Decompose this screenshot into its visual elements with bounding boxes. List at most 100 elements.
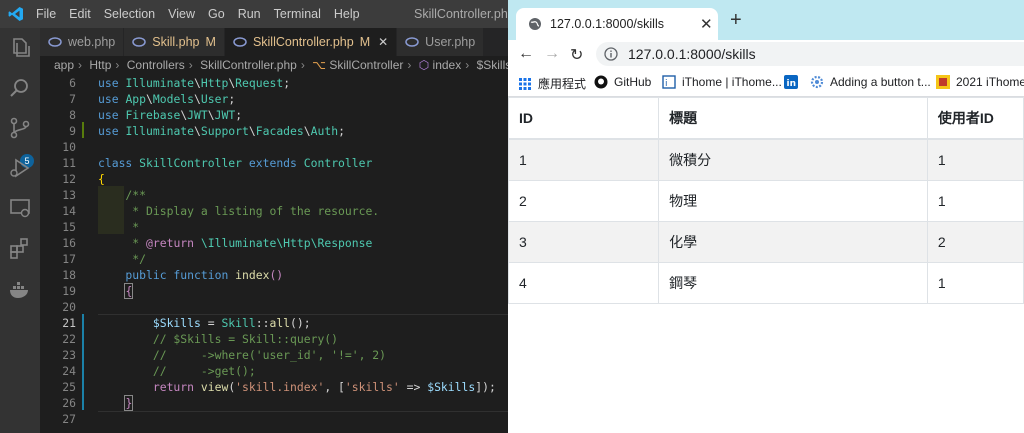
tab-skillcontroller-php[interactable]: SkillController.php M ✕ <box>224 28 398 56</box>
breadcrumb-item[interactable]: index <box>433 56 462 75</box>
cell-title: 化學 <box>658 221 928 263</box>
code-editor[interactable]: 6 use Illuminate\Http\Request; 7 use App\M… <box>40 75 508 433</box>
reload-icon[interactable]: ↻ <box>570 45 583 65</box>
run-debug-icon[interactable] <box>8 156 32 180</box>
line-number: 27 <box>62 412 76 426</box>
bookmark-label: 應用程式 <box>538 77 587 91</box>
bookmark-label: Adding a button t... <box>830 75 931 89</box>
menu-help[interactable]: Help <box>334 7 360 21</box>
menu-go[interactable]: Go <box>208 7 225 21</box>
line-number: 8 <box>69 108 76 122</box>
address-bar[interactable]: 127.0.0.1:8000/skills <box>596 42 1024 66</box>
code-line: 18 public function index() <box>40 267 508 283</box>
breadcrumb-item[interactable]: Controllers <box>127 56 185 75</box>
bookmark-2021-ithome[interactable]: 2021 iThome <box>936 75 1024 89</box>
line-number: 14 <box>62 204 76 218</box>
bookmark-apps[interactable]: 應用程式 <box>518 75 586 92</box>
line-number: 6 <box>69 76 76 90</box>
browser-tab[interactable]: 127.0.0.1:8000/skills ✕ <box>516 8 718 40</box>
breadcrumb: app › Http › Controllers › SkillController.… <box>40 56 508 75</box>
menu-edit[interactable]: Edit <box>69 7 91 21</box>
line-number: 10 <box>62 140 76 154</box>
code-line: 9 use Illuminate\Support\Facades\Auth; <box>40 123 508 139</box>
back-icon[interactable]: ← <box>518 45 534 63</box>
gear-icon <box>810 75 824 89</box>
source-control-icon[interactable] <box>8 116 32 140</box>
code-line: 17 */ <box>40 251 508 267</box>
column-header-user-id: 使用者ID <box>926 97 1024 140</box>
info-icon[interactable] <box>604 47 618 61</box>
line-number: 20 <box>62 300 76 314</box>
chevron-right-icon: › <box>300 58 305 72</box>
tab-skill-php[interactable]: Skill.php M <box>124 28 225 56</box>
search-icon[interactable] <box>8 76 32 100</box>
php-file-icon <box>132 37 147 47</box>
tab-user-php[interactable]: User.php <box>397 28 485 56</box>
breadcrumb-item[interactable]: Http <box>89 56 111 75</box>
line-number: 18 <box>62 268 76 282</box>
cell-user-id: 2 <box>926 221 1024 263</box>
cell-id: 4 <box>508 262 660 304</box>
tab-label: Skill.php <box>152 35 200 49</box>
line-number: 23 <box>62 348 76 362</box>
cell-user-id: 1 <box>926 262 1024 304</box>
docker-icon[interactable] <box>8 278 32 302</box>
close-tab-icon[interactable]: ✕ <box>700 15 713 33</box>
apps-grid-icon <box>519 77 531 90</box>
code-line: 14 * Display a listing of the resource. <box>40 203 508 219</box>
menu-view[interactable]: View <box>168 7 195 21</box>
bookmark-adding-button[interactable]: Adding a button t... <box>810 75 931 89</box>
activity-bar: 5 <box>0 28 40 433</box>
tab-web-php[interactable]: web.php <box>40 28 125 56</box>
php-file-icon <box>233 37 247 47</box>
bookmark-ithome[interactable]: i iThome | iThome... <box>662 75 782 89</box>
table-row: 4 鋼琴 1 <box>508 262 1024 304</box>
line-number: 17 <box>62 252 76 266</box>
browser-tab-title: 127.0.0.1:8000/skills <box>550 17 664 31</box>
cell-title: 物理 <box>658 180 928 222</box>
breadcrumb-item[interactable]: app <box>54 56 74 75</box>
breadcrumb-item[interactable]: SkillController.php <box>200 56 297 75</box>
bookmark-linkedin[interactable]: in <box>784 75 804 89</box>
browser-tab-strip: 127.0.0.1:8000/skills ✕ + <box>508 0 1024 40</box>
code-line: 15 * <box>40 219 508 235</box>
forward-icon[interactable]: → <box>544 45 560 63</box>
line-number: 19 <box>62 284 76 298</box>
close-tab-icon[interactable]: ✕ <box>378 35 388 49</box>
menu-terminal[interactable]: Terminal <box>274 7 321 21</box>
breadcrumb-item[interactable]: SkillController <box>329 56 403 75</box>
line-number: 15 <box>62 220 76 234</box>
ithome-ironman-icon <box>936 75 950 89</box>
line-number: 25 <box>62 380 76 394</box>
code-line: 11 class SkillController extends Controll… <box>40 155 508 171</box>
line-number: 12 <box>62 172 76 186</box>
line-number: 21 <box>62 316 76 330</box>
code-line: 8 use Firebase\JWT\JWT; <box>40 107 508 123</box>
browser-window: 127.0.0.1:8000/skills ✕ + ← → ↻ 127.0.0.… <box>508 0 1024 433</box>
class-symbol-icon: ⌥ <box>312 58 326 72</box>
menu-file[interactable]: File <box>36 7 56 21</box>
explorer-icon[interactable] <box>8 36 32 60</box>
remote-explorer-icon[interactable] <box>8 196 32 220</box>
table-header-row: ID 標題 使用者ID <box>508 97 1024 140</box>
editor-tabs: web.php Skill.php M SkillController.php … <box>40 28 508 56</box>
code-line: 23 // ->where('user_id', '!=', 2) <box>40 347 508 363</box>
code-line: 16 * @return \Illuminate\Http\Response <box>40 235 508 251</box>
bookmark-label: iThome | iThome... <box>682 75 782 89</box>
menu-selection[interactable]: Selection <box>104 7 155 21</box>
new-tab-icon[interactable]: + <box>730 9 742 32</box>
code-line: 7 use App\Models\User; <box>40 91 508 107</box>
linkedin-icon: in <box>784 75 798 89</box>
breadcrumb-item[interactable]: $Skills <box>477 56 508 75</box>
line-number: 9 <box>69 124 76 138</box>
bookmark-github[interactable]: GitHub <box>594 75 651 89</box>
php-file-icon <box>405 37 419 47</box>
code-line: 27 <box>40 411 508 427</box>
extensions-icon[interactable] <box>8 236 32 260</box>
cell-id: 2 <box>508 180 660 222</box>
line-number: 13 <box>62 188 76 202</box>
line-number: 11 <box>62 156 76 170</box>
vscode-logo-icon <box>8 7 23 21</box>
line-number: 24 <box>62 364 76 378</box>
menu-run[interactable]: Run <box>238 7 261 21</box>
